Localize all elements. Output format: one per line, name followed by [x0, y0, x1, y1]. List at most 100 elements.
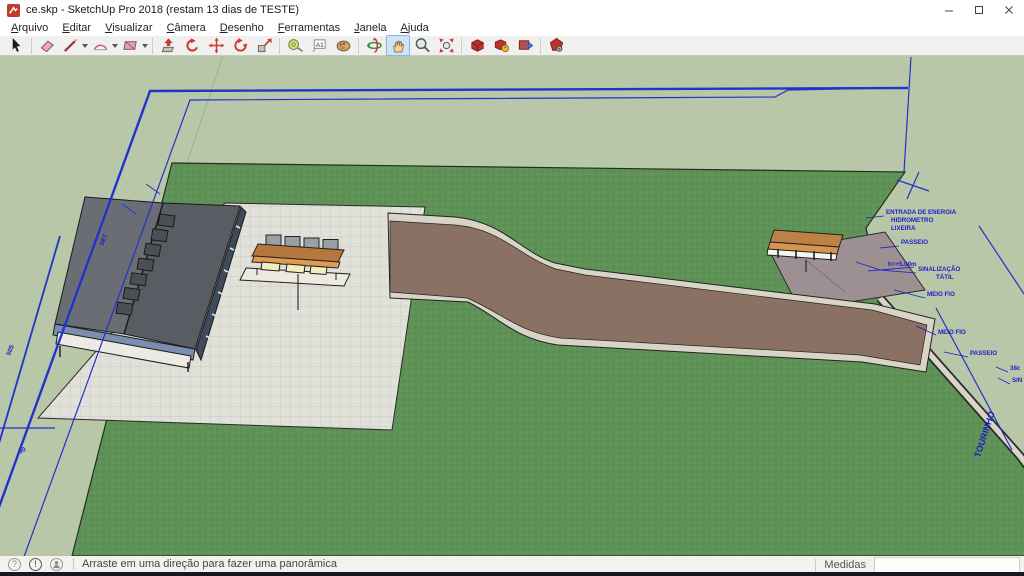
select-arrow-icon: [8, 37, 25, 54]
person-glyph-icon: [52, 560, 61, 569]
sketchup-window: ce.skp - SketchUp Pro 2018 (restam 13 di…: [0, 0, 1024, 576]
chevron-down-icon: [82, 44, 88, 48]
shapes-tool-button[interactable]: [119, 36, 149, 55]
toolbar-separator: [461, 38, 462, 54]
tape-measure-icon: [287, 37, 304, 54]
zoom-magnifier-icon: [414, 37, 431, 54]
share-model-icon: [493, 37, 510, 54]
send-to-layout-icon: [517, 37, 534, 54]
scale-tool-button[interactable]: [252, 35, 276, 56]
eraser-tool-button[interactable]: [35, 35, 59, 56]
extension-warehouse-button[interactable]: [544, 35, 568, 56]
orbit-icon: [366, 37, 383, 54]
toolbar-separator: [152, 38, 153, 54]
menu-item-editar[interactable]: Editar: [55, 21, 98, 35]
scene-annotation: PASSEIO: [970, 350, 997, 357]
arc-tool-button[interactable]: [89, 36, 119, 55]
svg-text:A1: A1: [315, 42, 323, 49]
menu-item-ajuda[interactable]: Ajuda: [394, 21, 436, 35]
skylight: [116, 302, 133, 315]
chevron-down-icon: [112, 44, 118, 48]
text-icon: A1: [311, 37, 328, 54]
toolbar-separator: [31, 38, 32, 54]
pan-tool-button[interactable]: [386, 35, 410, 56]
scene-annotation: SIN: [1012, 377, 1023, 384]
menu-item-ferramentas[interactable]: Ferramentas: [271, 21, 347, 35]
user-icon[interactable]: [50, 558, 63, 571]
status-bar: Arraste em uma direção para fazer uma pa…: [0, 556, 1024, 572]
skylight: [158, 214, 175, 227]
measurements-label: Medidas: [815, 559, 874, 571]
toolbar-separator: [540, 38, 541, 54]
follow-me-tool-button[interactable]: [180, 35, 204, 56]
pan-hand-icon: [390, 37, 407, 54]
menu-item-janela[interactable]: Janela: [347, 21, 393, 35]
send-to-layout-button[interactable]: [513, 35, 537, 56]
menu-item-câmera[interactable]: Câmera: [160, 21, 213, 35]
rotate-tool-button[interactable]: [228, 35, 252, 56]
protractor-arc-icon: [92, 37, 109, 54]
model-viewport[interactable]: ENTRADA DE ENERGIAHIDROMETROLIXEIRA PASSE…: [0, 56, 1024, 556]
follow-me-icon: [184, 37, 201, 54]
push-pull-icon: [160, 37, 177, 54]
zoom-tool-button[interactable]: [410, 35, 434, 56]
paint-bucket-tool-button[interactable]: [331, 35, 355, 56]
pencil-icon: [62, 37, 79, 54]
text-tool-button[interactable]: A1: [307, 35, 331, 56]
skylight: [130, 273, 147, 286]
menu-item-desenho[interactable]: Desenho: [213, 21, 271, 35]
minimize-button[interactable]: [934, 0, 964, 20]
title-bar: ce.skp - SketchUp Pro 2018 (restam 13 di…: [0, 0, 1024, 20]
skylight: [151, 229, 168, 242]
3d-warehouse-icon: [469, 37, 486, 54]
eraser-icon: [39, 37, 56, 54]
close-icon: [1004, 5, 1014, 15]
orbit-tool-button[interactable]: [362, 35, 386, 56]
skylight: [137, 258, 154, 271]
window-title: ce.skp - SketchUp Pro 2018 (restam 13 di…: [26, 4, 299, 16]
skylight: [144, 243, 161, 256]
scene-annotation: h=+5.00m: [888, 261, 917, 268]
scene-annotation: 38c: [1010, 365, 1021, 372]
scene-annotation: SINALIZAÇÃO: [918, 266, 960, 273]
skylight: [123, 288, 140, 301]
scene-annotation: TÁTIL: [936, 274, 954, 281]
scene-annotation: MEIO FIO: [938, 329, 966, 336]
rotate-icon: [232, 37, 249, 54]
sketchup-logo-icon: [7, 4, 20, 17]
scene-annotation: ENTRADA DE ENERGIA: [886, 209, 957, 216]
scene-annotation: HIDROMETRO: [891, 217, 933, 224]
info-icon[interactable]: [29, 558, 42, 571]
rectangle-shape-icon: [122, 37, 139, 54]
push-pull-tool-button[interactable]: [156, 35, 180, 56]
maximize-button[interactable]: [964, 0, 994, 20]
extension-warehouse-icon: [548, 37, 565, 54]
status-hint: Arraste em uma direção para fazer uma pa…: [73, 558, 337, 570]
menu-item-arquivo[interactable]: Arquivo: [4, 21, 55, 35]
share-model-button[interactable]: [489, 35, 513, 56]
scene-annotation: PASSEIO: [901, 239, 928, 246]
tape-measure-tool-button[interactable]: [283, 35, 307, 56]
measurements-input[interactable]: [874, 557, 1020, 573]
select-tool-button[interactable]: [4, 35, 28, 56]
scene-annotation: MEIO FIO: [927, 291, 955, 298]
move-icon: [208, 37, 225, 54]
chevron-down-icon: [142, 44, 148, 48]
menu-bar: ArquivoEditarVisualizarCâmeraDesenhoFerr…: [0, 20, 1024, 36]
move-tool-button[interactable]: [204, 35, 228, 56]
zoom-extents-button[interactable]: [434, 35, 458, 56]
toolbar-separator: [358, 38, 359, 54]
toolbar-separator: [279, 38, 280, 54]
paint-bucket-icon: [335, 37, 352, 54]
scene-annotation: LIXEIRA: [891, 225, 916, 232]
menu-item-visualizar[interactable]: Visualizar: [98, 21, 160, 35]
scale-icon: [256, 37, 273, 54]
window-bottom-edge: [0, 572, 1024, 576]
zoom-extents-icon: [438, 37, 455, 54]
close-button[interactable]: [994, 0, 1024, 20]
toolbar: A1: [0, 36, 1024, 56]
line-tool-button[interactable]: [59, 36, 89, 55]
minimize-icon: [944, 5, 954, 15]
help-question-icon[interactable]: [8, 558, 21, 571]
3d-warehouse-button[interactable]: [465, 35, 489, 56]
